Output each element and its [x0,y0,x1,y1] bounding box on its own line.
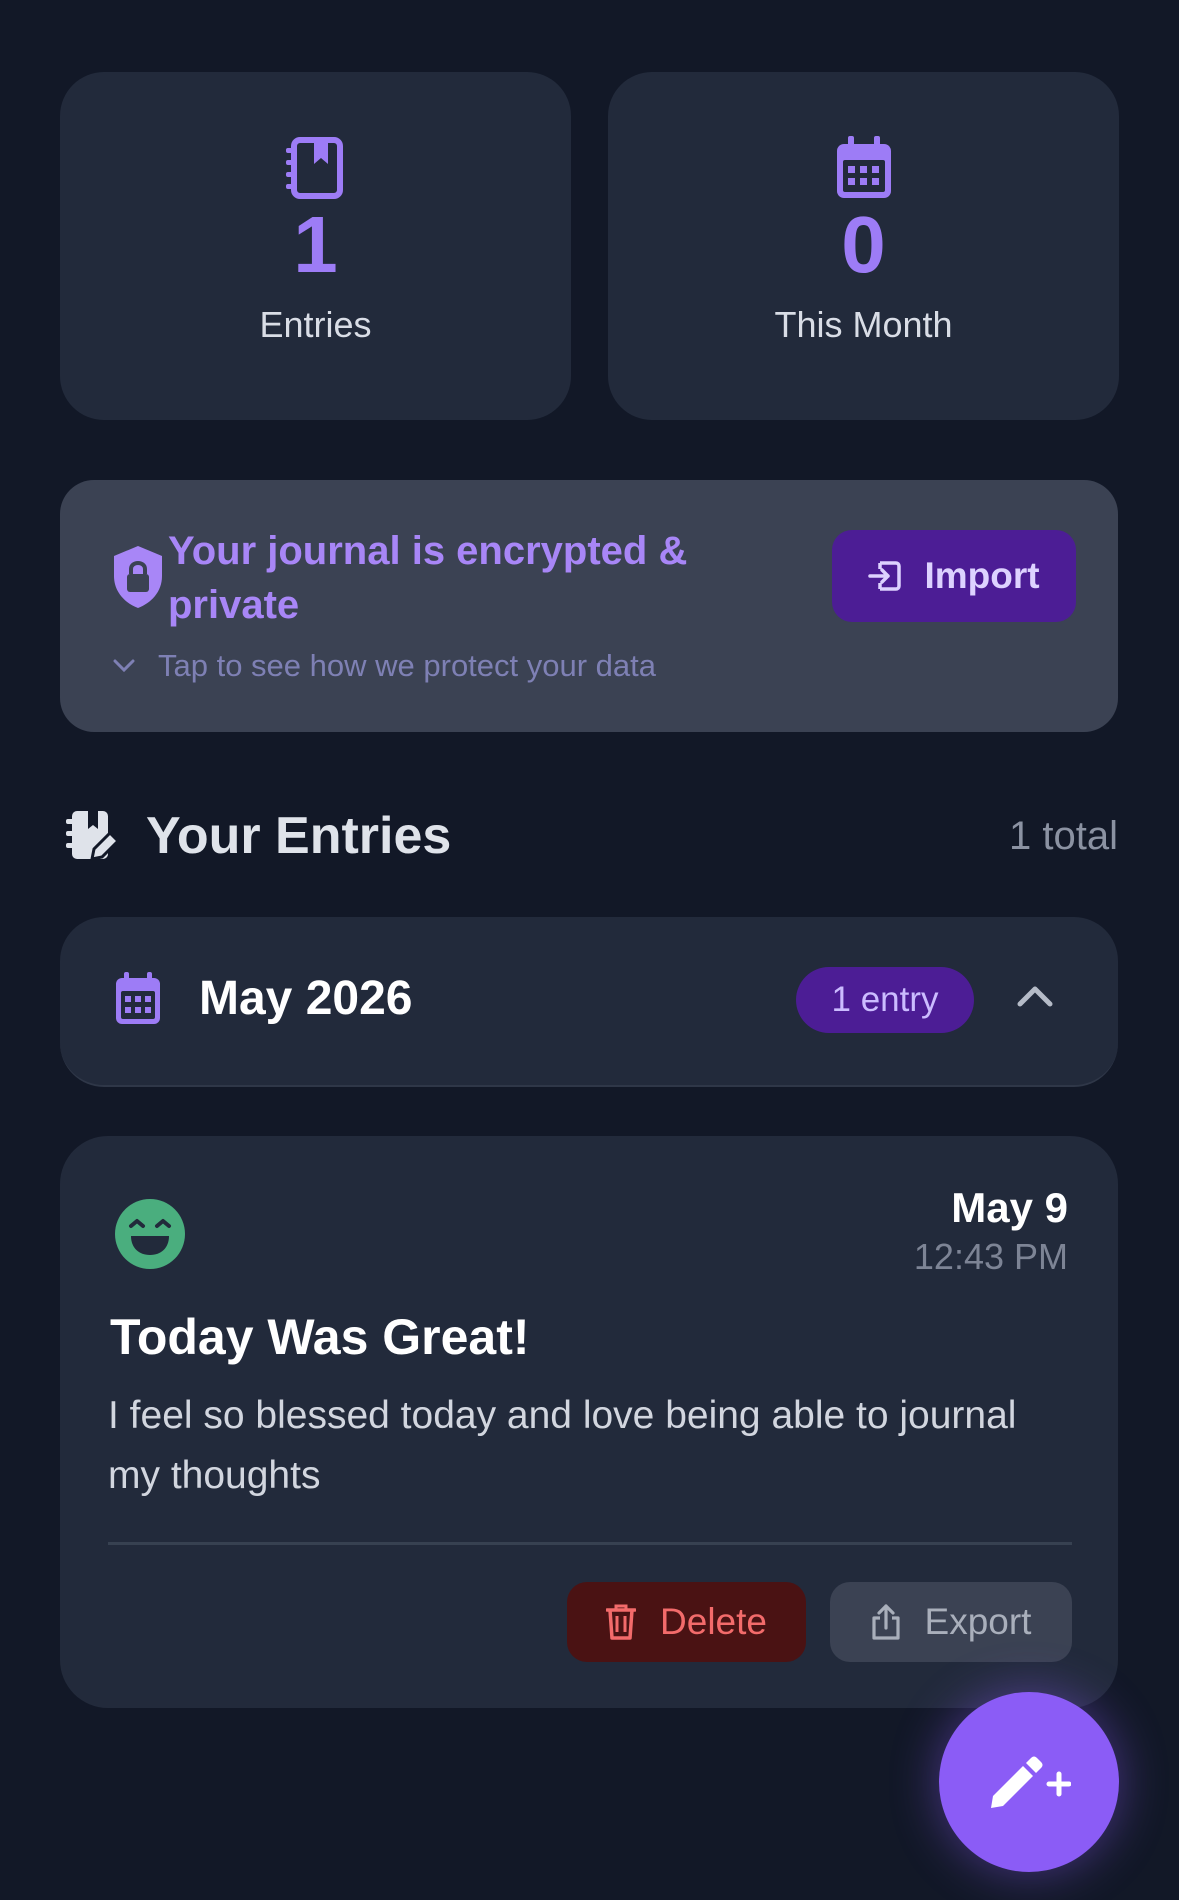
share-icon [871,1604,900,1640]
trash-icon [606,1604,637,1640]
this-month-label: This Month [774,304,953,345]
month-group-title: May 2026 [199,972,413,1025]
month-group-header[interactable]: May 2026 1 entry [60,917,1118,1087]
chevron-up-icon[interactable] [1016,981,1054,1009]
new-entry-button[interactable] [939,1692,1119,1872]
entries-stat-card: 1 Entries [60,72,571,420]
entries-section-header: Your Entries 1 total [66,800,1118,872]
import-label: Import [924,555,1040,596]
import-icon [868,561,902,591]
entries-count: 1 [293,200,338,289]
entries-total-count: 1 total [1009,813,1118,858]
month-entry-count-badge: 1 entry [796,967,974,1033]
entry-date: May 9 [951,1184,1068,1231]
delete-entry-button[interactable]: Delete [567,1582,806,1662]
this-month-count: 0 [841,200,886,289]
encryption-hint: Tap to see how we protect your data [158,648,657,683]
entries-label: Entries [259,304,372,345]
journal-entry-card[interactable]: May 9 12:43 PM Today Was Great! I feel s… [60,1136,1118,1708]
shield-lock-icon [114,546,162,608]
calendar-icon [836,136,891,198]
encryption-details-toggle[interactable]: Tap to see how we protect your data [110,648,656,684]
entry-body: I feel so blessed today and love being a… [108,1394,1017,1497]
encryption-notice[interactable]: Your journal is encrypted & private Tap … [60,480,1118,732]
pencil-plus-icon [991,1756,1071,1808]
journal-edit-icon [66,811,118,861]
journal-icon [285,137,343,199]
calendar-icon [116,972,160,1024]
entry-time: 12:43 PM [913,1236,1068,1277]
happy-face-icon [115,1199,185,1269]
import-button[interactable]: Import [832,530,1076,622]
export-label: Export [924,1601,1032,1642]
export-entry-button[interactable]: Export [830,1582,1072,1662]
encryption-title: Your journal is encrypted & private [168,529,688,627]
this-month-stat-card: 0 This Month [608,72,1119,420]
entry-divider [108,1542,1072,1545]
journal-screen: 1 Entries 0 This Month Your journal is e… [0,0,1179,1900]
chevron-down-icon [113,659,135,673]
delete-label: Delete [660,1601,767,1642]
entries-section-title: Your Entries [146,807,452,865]
entry-title: Today Was Great! [110,1309,530,1365]
